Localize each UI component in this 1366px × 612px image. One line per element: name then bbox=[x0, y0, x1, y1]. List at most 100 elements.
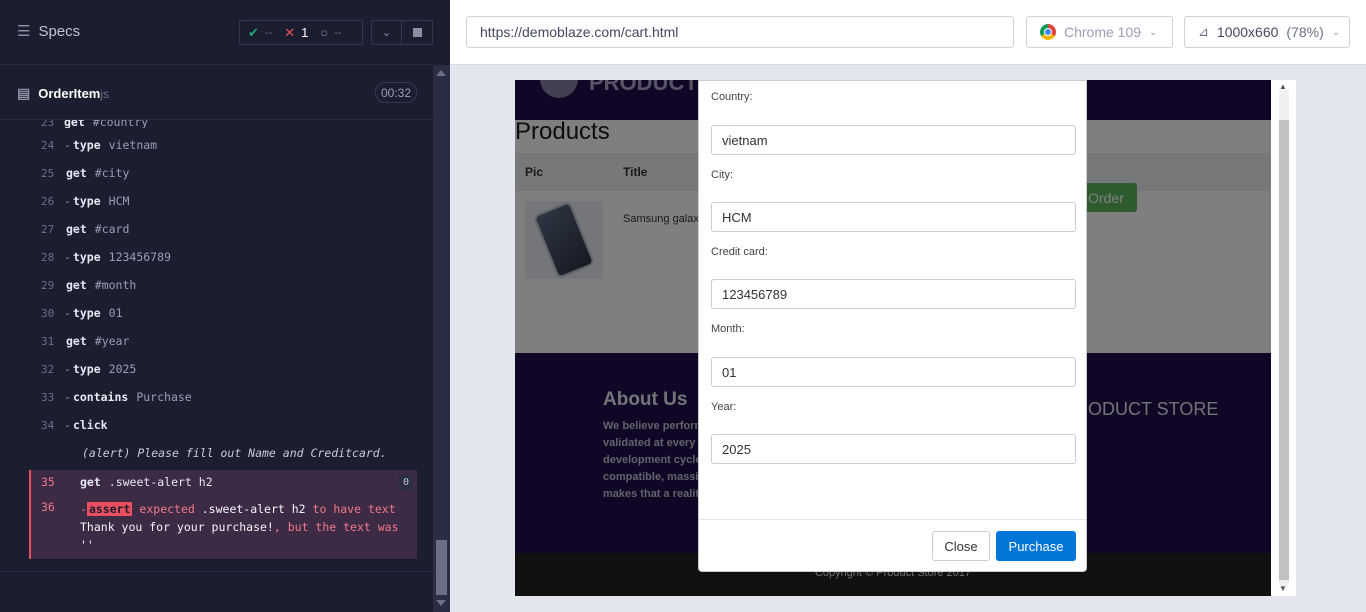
chevron-down-icon: ⌄ bbox=[1149, 26, 1158, 38]
month-label: Month: bbox=[711, 323, 745, 335]
city-input[interactable]: HCM bbox=[711, 202, 1076, 232]
purchase-button[interactable]: Purchase bbox=[996, 531, 1076, 561]
toggle-auto-scroll-button[interactable]: ⌄ bbox=[372, 21, 403, 44]
reporter-scrollbar[interactable] bbox=[433, 65, 450, 612]
passed-count: -- bbox=[264, 26, 273, 39]
command-arg: HCM bbox=[108, 194, 130, 208]
command-row[interactable]: 25 get #city bbox=[17, 159, 417, 187]
stop-button[interactable] bbox=[402, 21, 432, 44]
pending-circle-icon: ○ bbox=[320, 25, 329, 40]
command-row[interactable]: 34- click bbox=[17, 411, 417, 439]
modal-footer: Close Purchase bbox=[699, 519, 1086, 571]
assert-selector: .sweet-alert h2 bbox=[201, 502, 306, 516]
command-dash: - bbox=[64, 194, 71, 208]
command-row[interactable]: 27 get #card bbox=[17, 215, 417, 243]
line-number: 36 bbox=[41, 500, 55, 514]
command-row[interactable]: 31 get #year bbox=[17, 327, 417, 355]
city-label: City: bbox=[711, 169, 733, 181]
preview-toolbar: https://demoblaze.com/cart.html Chrome 1… bbox=[450, 0, 1366, 65]
browser-selector[interactable]: Chrome 109 ⌄ bbox=[1026, 16, 1173, 48]
command-row[interactable]: 30- type 01 bbox=[17, 299, 417, 327]
zoom-level: (78%) bbox=[1286, 24, 1324, 40]
command-name: get bbox=[80, 475, 101, 489]
scroll-down-icon[interactable]: ▼ bbox=[1279, 584, 1287, 593]
month-input[interactable]: 01 bbox=[711, 357, 1076, 387]
command-row[interactable]: 28- type 123456789 bbox=[17, 243, 417, 271]
command-arg: #card bbox=[94, 222, 130, 236]
failed-count: 1 bbox=[301, 25, 309, 40]
spec-file-name[interactable]: ▤ OrderItemjs bbox=[17, 85, 109, 102]
reporter-header: ☰ Specs ✔ -- ✕ 1 ○ -- ⌄ bbox=[0, 0, 433, 65]
ruler-icon: ⊿ bbox=[1198, 24, 1209, 39]
command-row[interactable]: 32- type 2025 bbox=[17, 355, 417, 383]
line-number: 31 bbox=[41, 334, 55, 348]
iframe-scrollbar[interactable]: ▲ ▼ bbox=[1271, 80, 1296, 596]
line-number: 29 bbox=[41, 278, 55, 292]
command-name: type bbox=[72, 194, 101, 208]
control-buttons: ⌄ bbox=[371, 20, 433, 45]
command-name: type bbox=[72, 362, 101, 376]
assert-text: expected bbox=[139, 502, 195, 516]
assert-text: , but the bbox=[273, 520, 337, 534]
command-dash: - bbox=[64, 250, 71, 264]
duration-timer: 00:32 bbox=[375, 82, 417, 103]
command-dash: - bbox=[64, 390, 71, 404]
command-row[interactable]: 29 get #month bbox=[17, 271, 417, 299]
reporter-panel: ☰ Specs ✔ -- ✕ 1 ○ -- ⌄ ▤ OrderItemjs 00… bbox=[0, 0, 450, 612]
failed-get-command[interactable]: 35 get .sweet-alert h2 0 bbox=[31, 470, 417, 494]
command-arg: 2025 bbox=[108, 362, 137, 376]
command-row[interactable]: 24- type vietnam bbox=[17, 131, 417, 159]
line-number: 35 bbox=[41, 475, 55, 489]
line-number: 34 bbox=[41, 418, 55, 432]
scroll-up-icon[interactable] bbox=[436, 70, 446, 76]
scroll-up-icon[interactable]: ▲ bbox=[1279, 82, 1287, 91]
command-name: get bbox=[66, 166, 87, 180]
element-count-badge: 0 bbox=[399, 475, 413, 490]
command-arg: .sweet-alert h2 bbox=[108, 475, 213, 489]
viewport-size: 1000x660 bbox=[1216, 24, 1279, 40]
command-row[interactable]: 33- contains Purchase bbox=[17, 383, 417, 411]
specs-button[interactable]: ☰ Specs bbox=[17, 22, 81, 41]
command-arg: #year bbox=[94, 334, 130, 348]
url-bar[interactable]: https://demoblaze.com/cart.html bbox=[466, 16, 1014, 48]
line-number: 30 bbox=[41, 306, 55, 320]
alert-log-row[interactable]: (alert) Please fill out Name and Creditc… bbox=[17, 439, 417, 467]
failed-x-icon: ✕ bbox=[284, 24, 296, 40]
command-arg: 123456789 bbox=[108, 250, 171, 264]
scrollbar-thumb[interactable] bbox=[436, 540, 447, 595]
stats-panel: ✔ -- ✕ 1 ○ -- bbox=[239, 20, 363, 45]
command-arg: Purchase bbox=[136, 390, 192, 404]
reporter-footer bbox=[0, 571, 433, 612]
chevron-down-icon: ⌄ bbox=[1331, 26, 1341, 38]
assert-actual-value: '' bbox=[80, 538, 94, 552]
command-arg: 01 bbox=[108, 306, 123, 320]
card-input[interactable]: 123456789 bbox=[711, 279, 1076, 309]
command-arg: #city bbox=[94, 166, 130, 180]
year-input[interactable]: 2025 bbox=[711, 434, 1076, 464]
close-button[interactable]: Close bbox=[932, 531, 990, 561]
specs-label: Specs bbox=[38, 22, 81, 40]
command-name: type bbox=[72, 250, 101, 264]
command-row[interactable]: 26- type HCM bbox=[17, 187, 417, 215]
viewport-selector[interactable]: ⊿ 1000x660 (78%) ⌄ bbox=[1184, 16, 1350, 48]
card-label: Credit card: bbox=[711, 246, 768, 258]
pending-count: -- bbox=[334, 26, 342, 39]
scrollbar-thumb[interactable] bbox=[1279, 120, 1289, 580]
country-input[interactable]: vietnam bbox=[711, 125, 1076, 155]
command-name: get bbox=[66, 278, 87, 292]
failed-command-block[interactable]: 35 get .sweet-alert h2 0 36 - assert expe… bbox=[29, 470, 417, 559]
command-name: type bbox=[72, 138, 101, 152]
country-label: Country: bbox=[711, 91, 753, 103]
file-name-text: OrderItem bbox=[38, 86, 101, 101]
scroll-down-icon[interactable] bbox=[436, 600, 446, 606]
line-number: 26 bbox=[41, 194, 55, 208]
passed-check-icon: ✔ bbox=[248, 24, 259, 40]
line-number: 24 bbox=[41, 138, 55, 152]
command-name: get bbox=[66, 334, 87, 348]
place-order-modal: Country: vietnam City: HCM Credit card: … bbox=[698, 80, 1087, 572]
chevron-down-icon: ⌄ bbox=[381, 27, 392, 39]
command-arg: vietnam bbox=[108, 138, 158, 152]
chrome-icon bbox=[1040, 24, 1056, 40]
assert-text: text bbox=[367, 502, 396, 516]
command-name: type bbox=[72, 306, 101, 320]
